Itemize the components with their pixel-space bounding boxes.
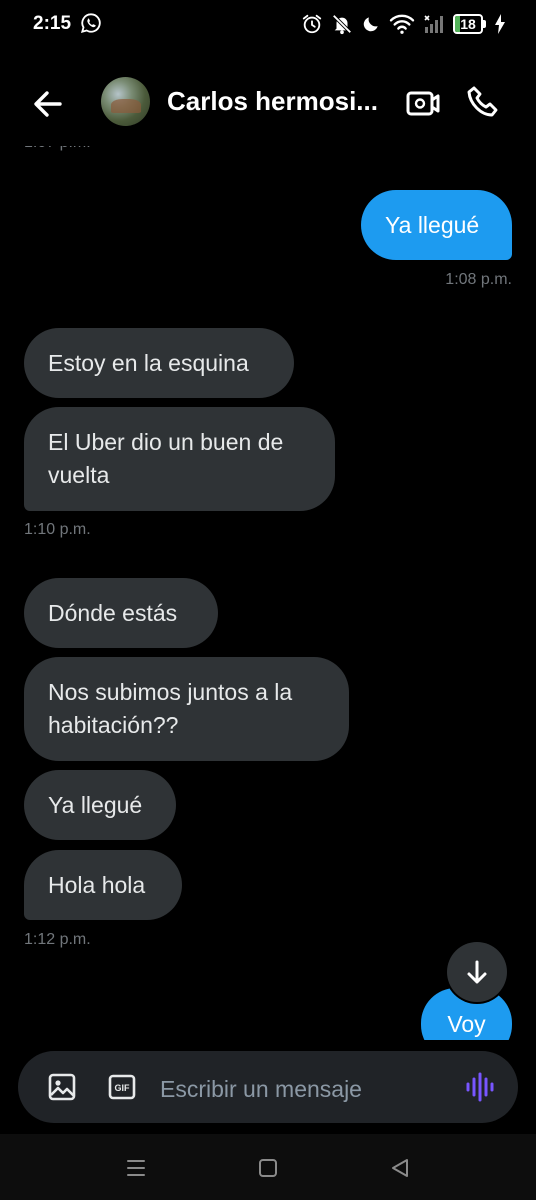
- timestamp: 1:12 p.m.: [24, 931, 91, 948]
- status-bar: 2:15 18: [0, 0, 536, 48]
- whatsapp-icon: [80, 13, 101, 34]
- battery-icon: 18: [453, 14, 486, 34]
- avatar[interactable]: [101, 77, 150, 126]
- message-incoming[interactable]: Dónde estás: [24, 578, 218, 648]
- wifi-icon: [389, 14, 415, 34]
- home-icon[interactable]: [258, 1158, 278, 1178]
- message-incoming[interactable]: Nos subimos juntos a la habitación??: [24, 657, 349, 761]
- contact-name[interactable]: Carlos hermosi...: [167, 86, 392, 117]
- gif-label: GIF: [115, 1083, 131, 1093]
- chat-area[interactable]: 1:07 p.m. Ya llegué 1:08 p.m. Estoy en l…: [0, 0, 536, 1040]
- message-line: Nos subimos juntos a la: [48, 679, 293, 705]
- message-input[interactable]: [158, 1071, 452, 1107]
- phone-icon[interactable]: [465, 84, 501, 120]
- scroll-to-bottom-button[interactable]: [447, 942, 507, 1002]
- voice-icon[interactable]: [464, 1071, 496, 1103]
- back-arrow-icon[interactable]: [28, 84, 68, 124]
- mute-icon: [332, 14, 352, 35]
- conversation-header: Carlos hermosi...: [0, 56, 536, 146]
- message-incoming[interactable]: Hola hola: [24, 850, 182, 920]
- charging-icon: [495, 14, 505, 34]
- signal-icon: [424, 15, 443, 33]
- message-incoming[interactable]: Estoy en la esquina: [24, 328, 294, 398]
- moon-icon: [363, 17, 378, 32]
- video-icon[interactable]: [405, 86, 441, 120]
- gif-icon[interactable]: GIF: [108, 1073, 136, 1101]
- status-time: 2:15: [33, 13, 72, 34]
- message-composer: GIF: [18, 1051, 518, 1123]
- message-line: El Uber dio un buen de: [48, 429, 284, 455]
- battery-fill: [455, 16, 460, 32]
- back-triangle-icon[interactable]: [388, 1156, 412, 1180]
- alarm-icon: [302, 14, 322, 34]
- system-navigation-bar: [0, 1134, 536, 1200]
- message-outgoing[interactable]: Ya llegué: [361, 190, 512, 260]
- menu-icon[interactable]: [124, 1157, 148, 1179]
- timestamp: 1:08 p.m.: [445, 271, 512, 288]
- message-incoming[interactable]: Ya llegué: [24, 770, 176, 840]
- message-incoming[interactable]: El Uber dio un buen de vuelta: [24, 407, 335, 511]
- arrow-down-icon: [467, 960, 487, 984]
- image-icon[interactable]: [48, 1073, 76, 1101]
- timestamp: 1:10 p.m.: [24, 521, 91, 538]
- message-line: habitación??: [48, 712, 179, 738]
- message-line: vuelta: [48, 462, 110, 488]
- battery-level: 18: [460, 16, 476, 32]
